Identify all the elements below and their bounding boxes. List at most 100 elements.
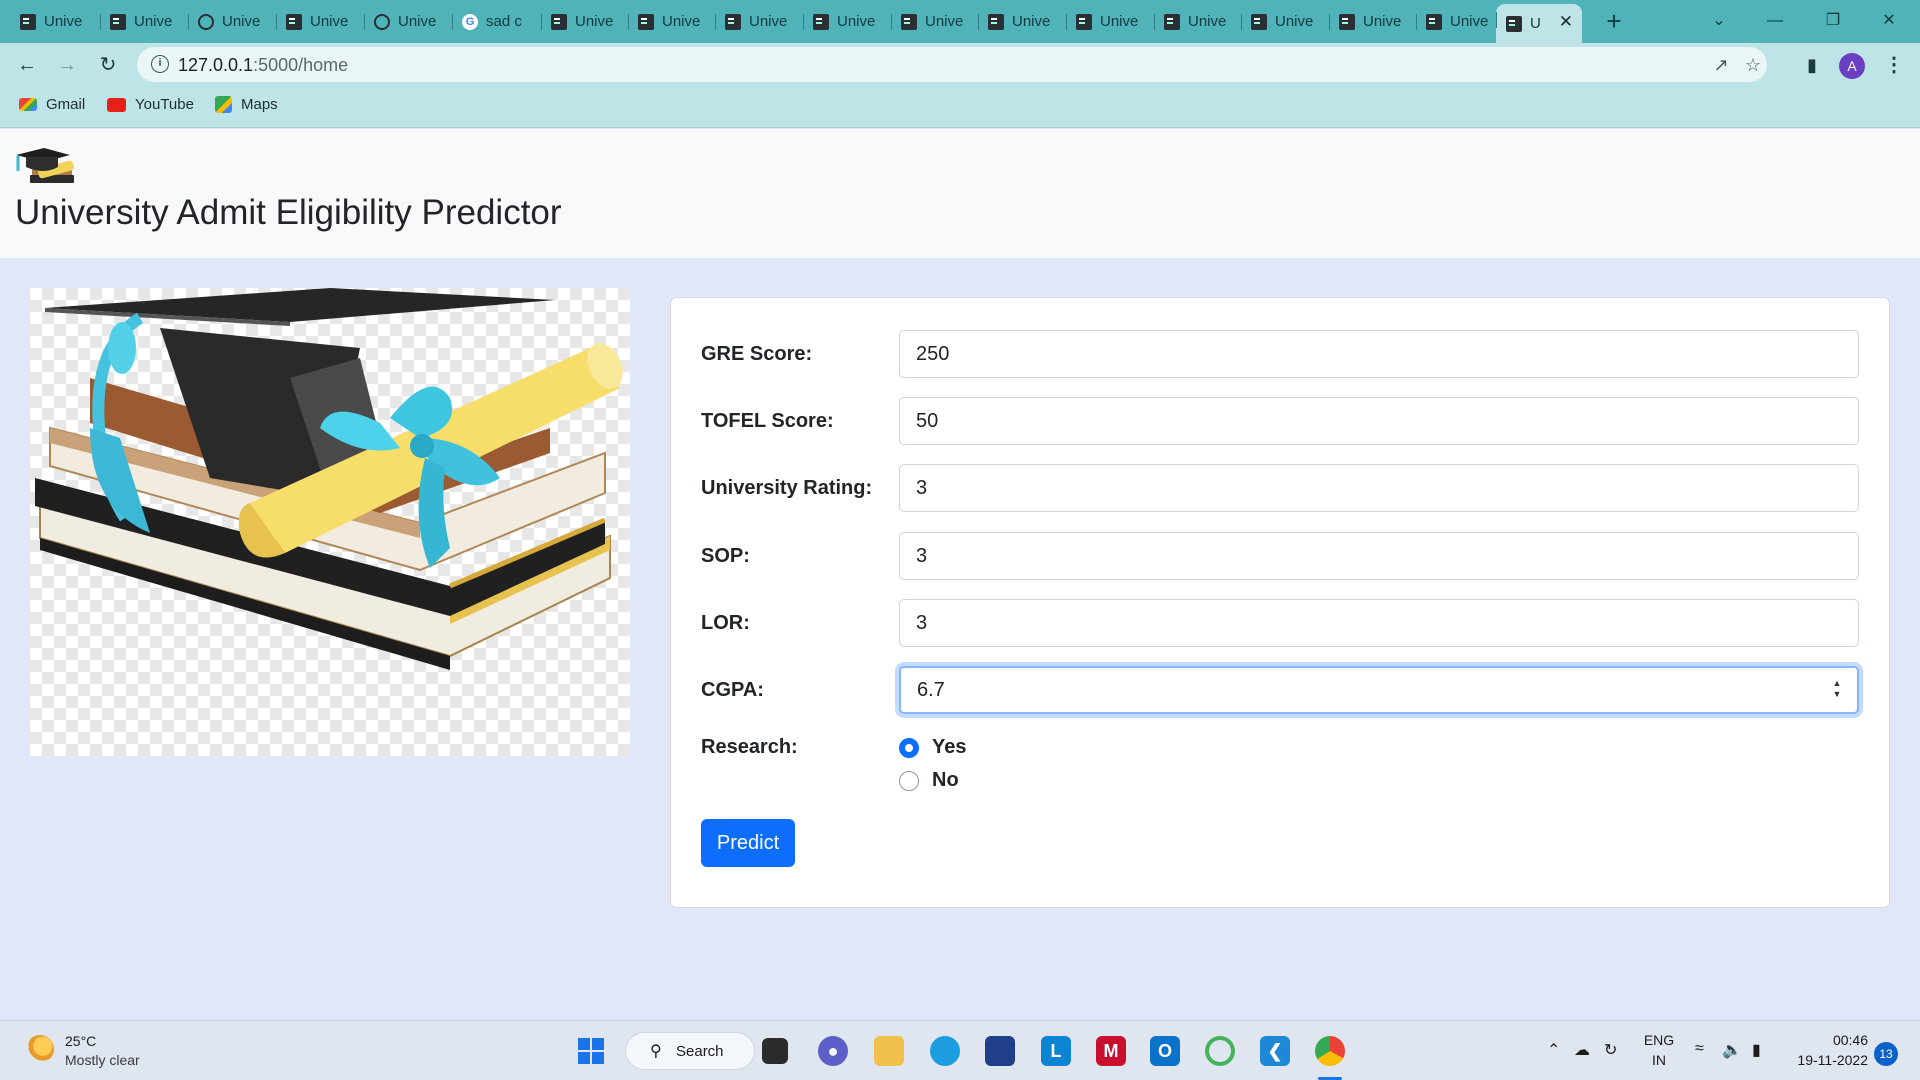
terminal-favicon-icon <box>1164 13 1180 30</box>
notification-badge[interactable]: 13 <box>1874 1042 1898 1066</box>
terminal-favicon-icon <box>1506 15 1522 32</box>
l-app-icon[interactable]: L <box>1041 1036 1071 1066</box>
browser-tab[interactable]: Unive <box>891 6 977 37</box>
profile-avatar[interactable]: A <box>1839 53 1865 79</box>
taskbar-search[interactable]: ⚲ Search <box>625 1032 755 1070</box>
address-bar[interactable]: i 127.0.0.1:5000/home ↗ ☆ <box>137 47 1767 82</box>
tab-label: Unive <box>1100 13 1139 30</box>
browser-tab[interactable]: Unive <box>10 6 96 37</box>
windows-taskbar: 25°C Mostly clear ⚲ Search ● L M O ❮ ⌃ ☁… <box>0 1020 1920 1080</box>
browser-tab[interactable]: Unive <box>1154 6 1240 37</box>
spin-down-icon[interactable]: ▼ <box>1833 689 1842 699</box>
browser-tab[interactable]: Unive <box>188 6 274 37</box>
close-tab-icon[interactable]: ✕ <box>1559 12 1573 32</box>
close-window-button[interactable]: ✕ <box>1866 6 1912 36</box>
clock-time[interactable]: 00:46 <box>1788 1032 1868 1048</box>
weather-icon[interactable] <box>26 1035 54 1063</box>
browser-tab[interactable]: Unive <box>978 6 1064 37</box>
store-icon[interactable] <box>985 1036 1015 1066</box>
weather-temperature[interactable]: 25°C <box>65 1033 96 1049</box>
mcafee-icon[interactable]: M <box>1096 1036 1126 1066</box>
lor-label: LOR: <box>701 612 750 634</box>
outlook-icon[interactable]: O <box>1150 1036 1180 1066</box>
research-no-option[interactable]: No <box>899 769 959 792</box>
browser-tab[interactable]: Unive <box>1241 6 1327 37</box>
browser-tab[interactable]: Unive <box>541 6 627 37</box>
university-rating-input[interactable] <box>899 464 1859 512</box>
browser-tab[interactable]: Unive <box>1066 6 1152 37</box>
toefl-score-input[interactable] <box>899 397 1859 445</box>
reload-button[interactable]: ↻ <box>92 49 124 81</box>
terminal-favicon-icon <box>20 13 36 30</box>
browser-tab[interactable]: Unive <box>1416 6 1502 37</box>
research-yes-option[interactable]: Yes <box>899 736 966 759</box>
minimize-button[interactable]: — <box>1752 6 1798 36</box>
browser-tab[interactable]: Gsad c <box>452 6 538 37</box>
maps-icon <box>215 96 232 113</box>
browser-tab[interactable]: U ✕ <box>1496 4 1582 43</box>
toefl-label: TOFEL Score: <box>701 410 834 432</box>
language-line2[interactable]: IN <box>1643 1052 1675 1068</box>
browser-tab-strip: Unive Unive Unive Unive Unive Gsad c Unive Univ… <box>0 0 1920 43</box>
predict-button[interactable]: Predict <box>701 819 795 867</box>
cloud-icon[interactable]: ☁ <box>1574 1040 1590 1060</box>
task-view-icon[interactable] <box>762 1038 788 1064</box>
tab-search-chevron-icon[interactable]: ⌄ <box>1696 6 1742 36</box>
edge-icon[interactable] <box>930 1036 960 1066</box>
research-yes-label[interactable]: Yes <box>932 736 966 759</box>
cgpa-spinner[interactable]: ▲ ▼ <box>1831 678 1843 700</box>
tab-label: Unive <box>222 13 261 30</box>
vscode-icon[interactable]: ❮ <box>1260 1036 1290 1066</box>
hero-image <box>30 288 630 756</box>
forward-button[interactable]: → <box>51 49 83 81</box>
tab-label: Unive <box>662 13 701 30</box>
language-line1[interactable]: ENG <box>1643 1032 1675 1048</box>
tab-label: Unive <box>134 13 173 30</box>
volume-icon[interactable]: 🔈 <box>1722 1040 1742 1060</box>
spin-up-icon[interactable]: ▲ <box>1833 678 1842 688</box>
browser-tab[interactable]: Unive <box>803 6 889 37</box>
new-tab-button[interactable]: + <box>1598 6 1630 38</box>
sync-icon[interactable]: ↻ <box>1604 1040 1617 1060</box>
browser-tab[interactable]: Unive <box>276 6 362 37</box>
bookmark-youtube[interactable]: YouTube <box>107 96 194 113</box>
refresh-app-icon[interactable] <box>1205 1036 1235 1066</box>
browser-tab[interactable]: Unive <box>364 6 450 37</box>
weather-description[interactable]: Mostly clear <box>65 1052 140 1068</box>
wifi-icon[interactable]: ≈ <box>1695 1040 1704 1058</box>
url-text[interactable]: 127.0.0.1:5000/home <box>178 55 348 76</box>
show-hidden-icons-icon[interactable]: ⌃ <box>1547 1040 1560 1060</box>
google-favicon-icon: G <box>462 13 478 30</box>
browser-tab[interactable]: Unive <box>628 6 714 37</box>
start-icon[interactable] <box>576 1036 606 1066</box>
bookmark-gmail[interactable]: Gmail <box>19 96 85 113</box>
clock-date[interactable]: 19-11-2022 <box>1788 1052 1868 1068</box>
chrome-icon[interactable] <box>1315 1036 1345 1066</box>
battery-icon[interactable]: ▮ <box>1752 1040 1761 1060</box>
sop-input[interactable] <box>899 532 1859 580</box>
research-no-label[interactable]: No <box>932 769 959 792</box>
chat-icon[interactable]: ● <box>818 1036 848 1066</box>
browser-tab[interactable]: Unive <box>715 6 801 37</box>
back-button[interactable]: ← <box>11 49 43 81</box>
lor-input[interactable] <box>899 599 1859 647</box>
gre-score-input[interactable] <box>899 330 1859 378</box>
cgpa-input[interactable] <box>899 666 1859 714</box>
restore-button[interactable]: ❐ <box>1810 6 1856 36</box>
bookmark-label: Maps <box>241 96 278 113</box>
menu-icon[interactable]: ⋮ <box>1878 49 1910 81</box>
tab-label: Unive <box>925 13 964 30</box>
file-explorer-icon[interactable] <box>874 1036 904 1066</box>
tab-label: sad c <box>486 13 522 30</box>
research-no-radio[interactable] <box>899 770 919 791</box>
site-info-icon[interactable]: i <box>151 55 169 73</box>
research-yes-radio[interactable] <box>899 737 919 758</box>
side-panel-icon[interactable]: ▮ <box>1796 49 1828 81</box>
toefl-row: TOFEL Score: <box>701 397 1861 445</box>
terminal-favicon-icon <box>1251 13 1267 30</box>
browser-tab[interactable]: Unive <box>100 6 186 37</box>
browser-tab[interactable]: Unive <box>1329 6 1415 37</box>
bookmark-maps[interactable]: Maps <box>215 96 278 113</box>
share-icon[interactable]: ↗ <box>1709 53 1733 77</box>
bookmark-star-icon[interactable]: ☆ <box>1741 53 1765 77</box>
